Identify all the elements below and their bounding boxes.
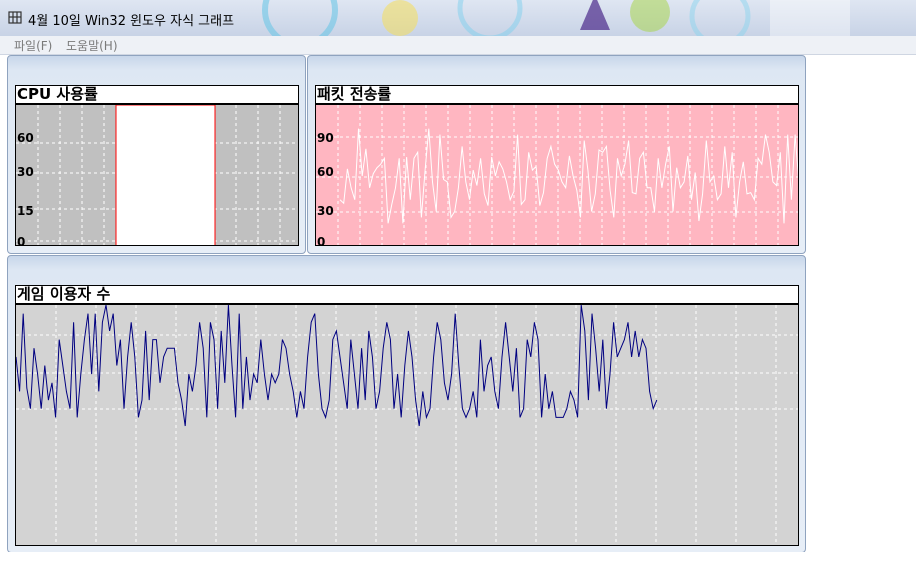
app-window-icon bbox=[8, 11, 22, 24]
packet-chart-title: 패킷 전송률 bbox=[315, 85, 799, 104]
cpu-chart-plot: 60 30 15 0 bbox=[15, 104, 299, 246]
title-bar[interactable]: 4월 10일 Win32 윈도우 자식 그래프 bbox=[0, 0, 916, 36]
menu-help[interactable]: 도움말(H) bbox=[66, 37, 118, 54]
window-title: 4월 10일 Win32 윈도우 자식 그래프 bbox=[28, 14, 235, 29]
y-tick-label: 30 bbox=[17, 165, 34, 179]
y-tick-label: 0 bbox=[17, 235, 25, 246]
y-tick-label: 60 bbox=[317, 165, 334, 179]
cpu-chart-svg: 60 30 15 0 bbox=[16, 105, 298, 246]
menu-file[interactable]: 파일(F) bbox=[14, 37, 52, 54]
cpu-usage-bar bbox=[115, 105, 216, 245]
menu-bar: 파일(F) 도움말(H) bbox=[0, 36, 916, 55]
client-bottom-area bbox=[0, 552, 916, 581]
plot-background bbox=[316, 105, 798, 245]
users-chart-plot bbox=[15, 304, 799, 546]
cpu-chart-title: CPU 사용률 bbox=[15, 85, 299, 104]
y-tick-label: 60 bbox=[17, 131, 34, 145]
users-chart-title: 게임 이용자 수 bbox=[15, 285, 799, 304]
y-tick-label: 0 bbox=[317, 235, 325, 246]
y-tick-label: 15 bbox=[17, 204, 34, 218]
packet-chart-plot: 90 60 30 0 bbox=[315, 104, 799, 246]
users-chart-svg bbox=[16, 305, 798, 545]
packet-chart-svg: 90 60 30 0 bbox=[316, 105, 798, 246]
y-tick-label: 90 bbox=[317, 131, 334, 145]
y-tick-label: 30 bbox=[317, 204, 334, 218]
title-bar-decoration bbox=[262, 0, 850, 36]
